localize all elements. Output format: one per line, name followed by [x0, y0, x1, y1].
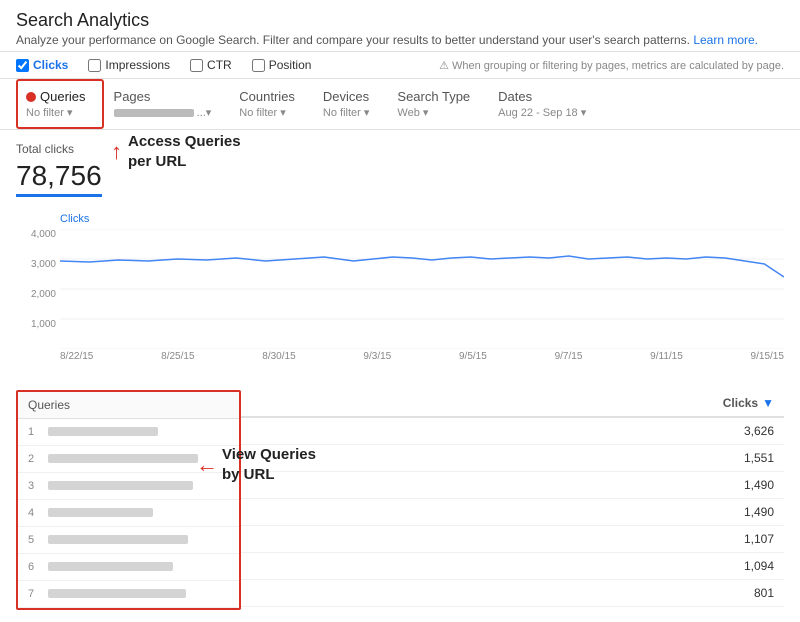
- devices-filter[interactable]: No filter ▾: [323, 106, 369, 119]
- position-checkbox[interactable]: Position: [252, 58, 312, 72]
- click-value: 1,490: [744, 505, 774, 519]
- page-header: Search Analytics Analyze your performanc…: [0, 0, 800, 51]
- dim-search-type[interactable]: Search Type Web ▾: [387, 79, 488, 129]
- up-arrow-icon: ↑: [111, 141, 122, 163]
- query-text: [48, 506, 229, 520]
- row-num: 2: [28, 453, 40, 465]
- table-row[interactable]: 2: [18, 446, 239, 473]
- sort-arrow-icon: ▼: [762, 396, 774, 410]
- row-num: 1: [28, 426, 40, 438]
- table-row: 1,490: [241, 499, 784, 526]
- dim-countries[interactable]: Countries No filter ▾: [229, 79, 313, 129]
- query-text: [48, 479, 229, 493]
- click-value: 1,551: [744, 451, 774, 465]
- dim-pages[interactable]: Pages ...▾: [104, 79, 230, 129]
- impressions-input[interactable]: [88, 59, 101, 72]
- table-row: 1,107: [241, 526, 784, 553]
- clicks-checkbox[interactable]: Clicks: [16, 58, 68, 72]
- dim-queries[interactable]: Queries No filter ▾: [16, 79, 104, 129]
- chart-label: Clicks: [60, 213, 784, 225]
- table-section: Queries 1 2 3 4 5: [16, 390, 784, 610]
- row-num: 5: [28, 534, 40, 546]
- click-value: 1,490: [744, 478, 774, 492]
- queries-filter[interactable]: No filter ▾: [26, 106, 72, 119]
- row-num: 4: [28, 507, 40, 519]
- table-row: 3,626: [241, 418, 784, 445]
- page-title: Search Analytics: [16, 10, 784, 31]
- queries-table: Queries 1 2 3 4 5: [16, 390, 241, 610]
- row-num: 7: [28, 588, 40, 600]
- clicks-table: Clicks ▼ 3,626 1,551 1,490 1,490 1,107 1,094 8…: [241, 390, 784, 610]
- metric-warning: ⚠ When grouping or filtering by pages, m…: [439, 59, 784, 72]
- query-text: [48, 452, 229, 466]
- dim-devices[interactable]: Devices No filter ▾: [313, 79, 387, 129]
- table-row[interactable]: 1: [18, 419, 239, 446]
- table-row: 801: [241, 580, 784, 607]
- table-row[interactable]: 3: [18, 473, 239, 500]
- table-row: 1,551: [241, 445, 784, 472]
- chart-area: Clicks 4,000 3,000 2,000 1,000: [16, 213, 784, 362]
- page-description: Analyze your performance on Google Searc…: [16, 33, 784, 47]
- query-text: [48, 533, 229, 547]
- click-value: 3,626: [744, 424, 774, 438]
- metrics-bar: Clicks Impressions CTR Position ⚠ When g…: [0, 51, 800, 79]
- query-text: [48, 425, 229, 439]
- click-value: 1,107: [744, 532, 774, 546]
- dimension-bar: Queries No filter ▾ Pages ...▾ Countries…: [0, 79, 800, 130]
- pages-filter[interactable]: ...▾: [114, 106, 212, 119]
- clicks-table-header: Clicks ▼: [241, 390, 784, 418]
- table-row[interactable]: 7: [18, 581, 239, 608]
- ctr-checkbox[interactable]: CTR: [190, 58, 232, 72]
- search-type-filter[interactable]: Web ▾: [397, 106, 428, 119]
- queries-table-header: Queries: [18, 392, 239, 419]
- main-content: Total clicks 78,756 ↑ Access Queriesper …: [0, 130, 800, 622]
- table-row: 1,094: [241, 553, 784, 580]
- queries-radio-dot: [26, 92, 36, 102]
- row-num: 6: [28, 561, 40, 573]
- table-row[interactable]: 5: [18, 527, 239, 554]
- clicks-input[interactable]: [16, 59, 29, 72]
- query-text: [48, 587, 229, 601]
- x-axis: 8/22/15 8/25/15 8/30/15 9/3/15 9/5/15 9/…: [60, 351, 784, 362]
- impressions-checkbox[interactable]: Impressions: [88, 58, 170, 72]
- chart-svg: [60, 229, 784, 349]
- ctr-input[interactable]: [190, 59, 203, 72]
- dates-filter[interactable]: Aug 22 - Sep 18 ▾: [498, 106, 586, 119]
- table-row[interactable]: 6: [18, 554, 239, 581]
- countries-filter[interactable]: No filter ▾: [239, 106, 285, 119]
- query-rows: 1 2 3 4 5 6: [18, 419, 239, 608]
- position-input[interactable]: [252, 59, 265, 72]
- y-axis: 4,000 3,000 2,000 1,000: [16, 229, 56, 349]
- row-num: 3: [28, 480, 40, 492]
- dim-dates[interactable]: Dates Aug 22 - Sep 18 ▾: [488, 79, 604, 129]
- learn-more-link[interactable]: Learn more.: [693, 33, 758, 47]
- table-row[interactable]: 4: [18, 500, 239, 527]
- query-text: [48, 560, 229, 574]
- table-row: 1,490: [241, 472, 784, 499]
- click-value: 1,094: [744, 559, 774, 573]
- access-queries-annotation: ↑ Access Queriesper URL: [111, 132, 241, 171]
- total-clicks-label: Total clicks: [16, 142, 102, 156]
- total-clicks-value: 78,756: [16, 160, 102, 197]
- click-rows: 3,626 1,551 1,490 1,490 1,107 1,094 801: [241, 418, 784, 607]
- access-queries-text: Access Queriesper URL: [128, 132, 241, 171]
